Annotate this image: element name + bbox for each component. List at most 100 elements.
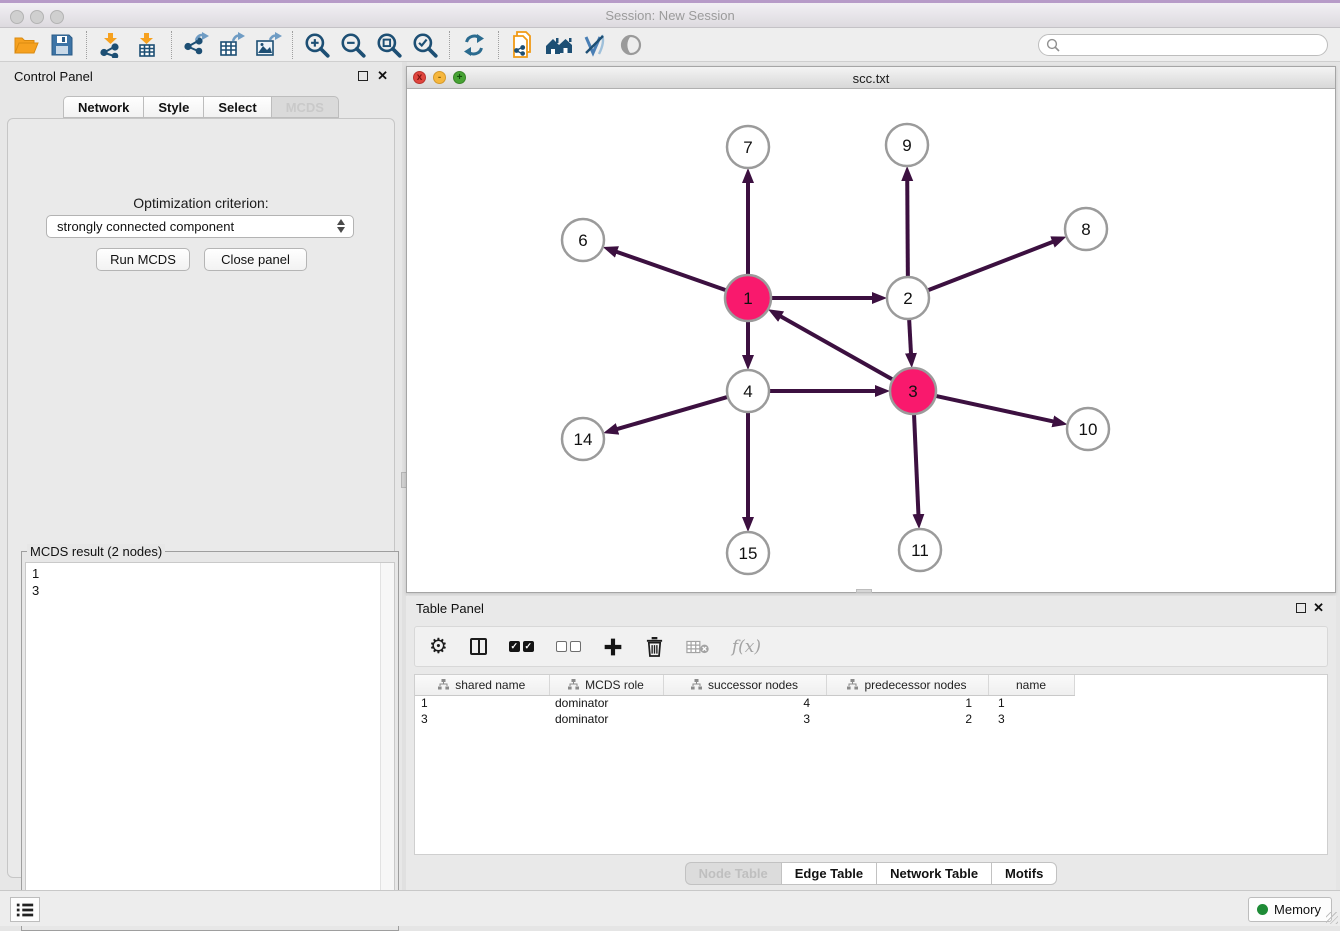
graph-node-4[interactable]: 4 bbox=[727, 370, 769, 412]
export-network-button[interactable] bbox=[178, 30, 214, 60]
delete-table-button-disabled bbox=[686, 639, 710, 655]
show-vizmapper-button[interactable] bbox=[577, 30, 613, 60]
mcds-result-text[interactable]: 13 bbox=[25, 562, 395, 926]
column-header-successor-nodes[interactable]: successor nodes bbox=[663, 675, 826, 695]
import-table-button[interactable] bbox=[129, 30, 165, 60]
cell-MCDS-role[interactable]: dominator bbox=[549, 711, 663, 727]
tab-network[interactable]: Network bbox=[63, 96, 143, 118]
graph-edge-2-8[interactable] bbox=[926, 242, 1054, 291]
result-line: 3 bbox=[32, 582, 394, 599]
graph-edge-2-9[interactable] bbox=[907, 180, 908, 279]
open-session-button[interactable] bbox=[8, 30, 44, 60]
float-panel-icon[interactable] bbox=[358, 71, 368, 81]
graph-node-3[interactable]: 3 bbox=[890, 368, 936, 414]
graph-edge-4-14[interactable] bbox=[617, 396, 730, 429]
import-network-button[interactable] bbox=[93, 30, 129, 60]
network-window-title: scc.txt bbox=[407, 71, 1335, 86]
graph-edge-3-11[interactable] bbox=[914, 412, 919, 515]
cell-predecessor-nodes[interactable]: 1 bbox=[826, 695, 988, 711]
main-area: Control Panel ✕ NetworkStyleSelectMCDS O… bbox=[0, 62, 1340, 890]
table-settings-gear-icon[interactable]: ⚙ bbox=[429, 634, 448, 659]
tab-node-table[interactable]: Node Table bbox=[685, 862, 781, 885]
close-panel-icon[interactable]: ✕ bbox=[1313, 602, 1324, 614]
graph-node-11[interactable]: 11 bbox=[899, 529, 941, 571]
network-view-canvas[interactable]: 7 9 6 8 1 2 4 3 14 10 15 11 bbox=[407, 89, 1335, 592]
zoom-fit-icon bbox=[375, 31, 403, 59]
graph-node-15[interactable]: 15 bbox=[727, 532, 769, 574]
show-columns-button[interactable] bbox=[470, 638, 487, 655]
mcds-result-lines: 13 bbox=[32, 565, 394, 599]
network-window-titlebar[interactable]: x - + scc.txt bbox=[407, 67, 1335, 89]
delete-column-button[interactable] bbox=[645, 636, 664, 657]
tab-select[interactable]: Select bbox=[203, 96, 270, 118]
export-image-button[interactable] bbox=[250, 30, 286, 60]
save-session-button[interactable] bbox=[44, 30, 80, 60]
close-panel-icon[interactable]: ✕ bbox=[377, 70, 388, 82]
node-table[interactable]: shared nameMCDS rolesuccessor nodesprede… bbox=[414, 674, 1328, 855]
deselect-all-button[interactable] bbox=[556, 641, 581, 652]
resize-grip[interactable] bbox=[1326, 912, 1338, 924]
tab-mcds[interactable]: MCDS bbox=[271, 96, 339, 118]
close-panel-button[interactable]: Close panel bbox=[204, 248, 307, 271]
graph-edge-1-6[interactable] bbox=[616, 252, 728, 291]
column-header-MCDS-role[interactable]: MCDS role bbox=[549, 675, 663, 695]
graph-node-6[interactable]: 6 bbox=[562, 219, 604, 261]
column-header-shared-name[interactable]: shared name bbox=[415, 675, 549, 695]
clone-network-button[interactable] bbox=[505, 30, 541, 60]
criterion-select[interactable]: strongly connected component bbox=[46, 215, 354, 238]
run-mcds-button[interactable]: Run MCDS bbox=[96, 248, 190, 271]
graph-edge-3-10[interactable] bbox=[934, 395, 1054, 421]
zoom-in-button[interactable] bbox=[299, 30, 335, 60]
apply-layout-button[interactable] bbox=[456, 30, 492, 60]
table-row[interactable]: 1dominator411 bbox=[415, 695, 1327, 711]
zoom-selected-button[interactable] bbox=[407, 30, 443, 60]
cell-predecessor-nodes[interactable]: 2 bbox=[826, 711, 988, 727]
horizontal-splitter-handle[interactable] bbox=[856, 589, 872, 593]
graph-node-1[interactable]: 1 bbox=[725, 275, 771, 321]
column-header-predecessor-nodes[interactable]: predecessor nodes bbox=[826, 675, 988, 695]
cell-name[interactable]: 1 bbox=[988, 695, 1074, 711]
cell-successor-nodes[interactable]: 4 bbox=[663, 695, 826, 711]
graph-node-8[interactable]: 8 bbox=[1065, 208, 1107, 250]
hide-panel-button[interactable] bbox=[613, 30, 649, 60]
tab-style[interactable]: Style bbox=[143, 96, 203, 118]
control-panel-title: Control Panel bbox=[14, 69, 93, 84]
graph-node-2[interactable]: 2 bbox=[887, 277, 929, 319]
cell-shared-name[interactable]: 1 bbox=[415, 695, 549, 711]
export-table-icon bbox=[218, 32, 246, 58]
memory-status-icon bbox=[1257, 904, 1268, 915]
table-panel-tabs: Node TableEdge TableNetwork TableMotifs bbox=[406, 862, 1336, 885]
tab-network-table[interactable]: Network Table bbox=[876, 862, 991, 885]
cell-MCDS-role[interactable]: dominator bbox=[549, 695, 663, 711]
export-table-button[interactable] bbox=[214, 30, 250, 60]
node-label: 8 bbox=[1081, 220, 1090, 239]
graph-node-14[interactable]: 14 bbox=[562, 418, 604, 460]
search-input[interactable] bbox=[1060, 36, 1327, 54]
network-graph[interactable]: 7 9 6 8 1 2 4 3 14 10 15 11 bbox=[407, 89, 1335, 592]
zoom-fit-button[interactable] bbox=[371, 30, 407, 60]
add-column-button[interactable] bbox=[603, 637, 623, 657]
table-panel: Table Panel ✕ ⚙ ✓✓ f(x) shared nameMCDS … bbox=[406, 596, 1336, 890]
export-image-icon bbox=[254, 32, 282, 58]
cell-name[interactable]: 3 bbox=[988, 711, 1074, 727]
float-panel-icon[interactable] bbox=[1296, 603, 1306, 613]
select-all-button[interactable]: ✓✓ bbox=[509, 641, 534, 652]
zoom-out-button[interactable] bbox=[335, 30, 371, 60]
table-row[interactable]: 3dominator323 bbox=[415, 711, 1327, 727]
tab-motifs[interactable]: Motifs bbox=[991, 862, 1057, 885]
memory-button[interactable]: Memory bbox=[1248, 897, 1332, 922]
task-history-button[interactable] bbox=[10, 897, 40, 922]
graph-edge-2-3[interactable] bbox=[909, 317, 911, 354]
column-header-name[interactable]: name bbox=[988, 675, 1074, 695]
houses-icon bbox=[544, 32, 574, 58]
result-scrollbar[interactable] bbox=[380, 563, 394, 925]
open-ndex-button[interactable] bbox=[541, 30, 577, 60]
cell-successor-nodes[interactable]: 3 bbox=[663, 711, 826, 727]
cell-shared-name[interactable]: 3 bbox=[415, 711, 549, 727]
graph-node-10[interactable]: 10 bbox=[1067, 408, 1109, 450]
graph-node-9[interactable]: 9 bbox=[886, 124, 928, 166]
graph-node-7[interactable]: 7 bbox=[727, 126, 769, 168]
graph-edge-3-1[interactable] bbox=[780, 316, 894, 381]
tab-edge-table[interactable]: Edge Table bbox=[781, 862, 876, 885]
column-type-icon bbox=[568, 679, 579, 690]
